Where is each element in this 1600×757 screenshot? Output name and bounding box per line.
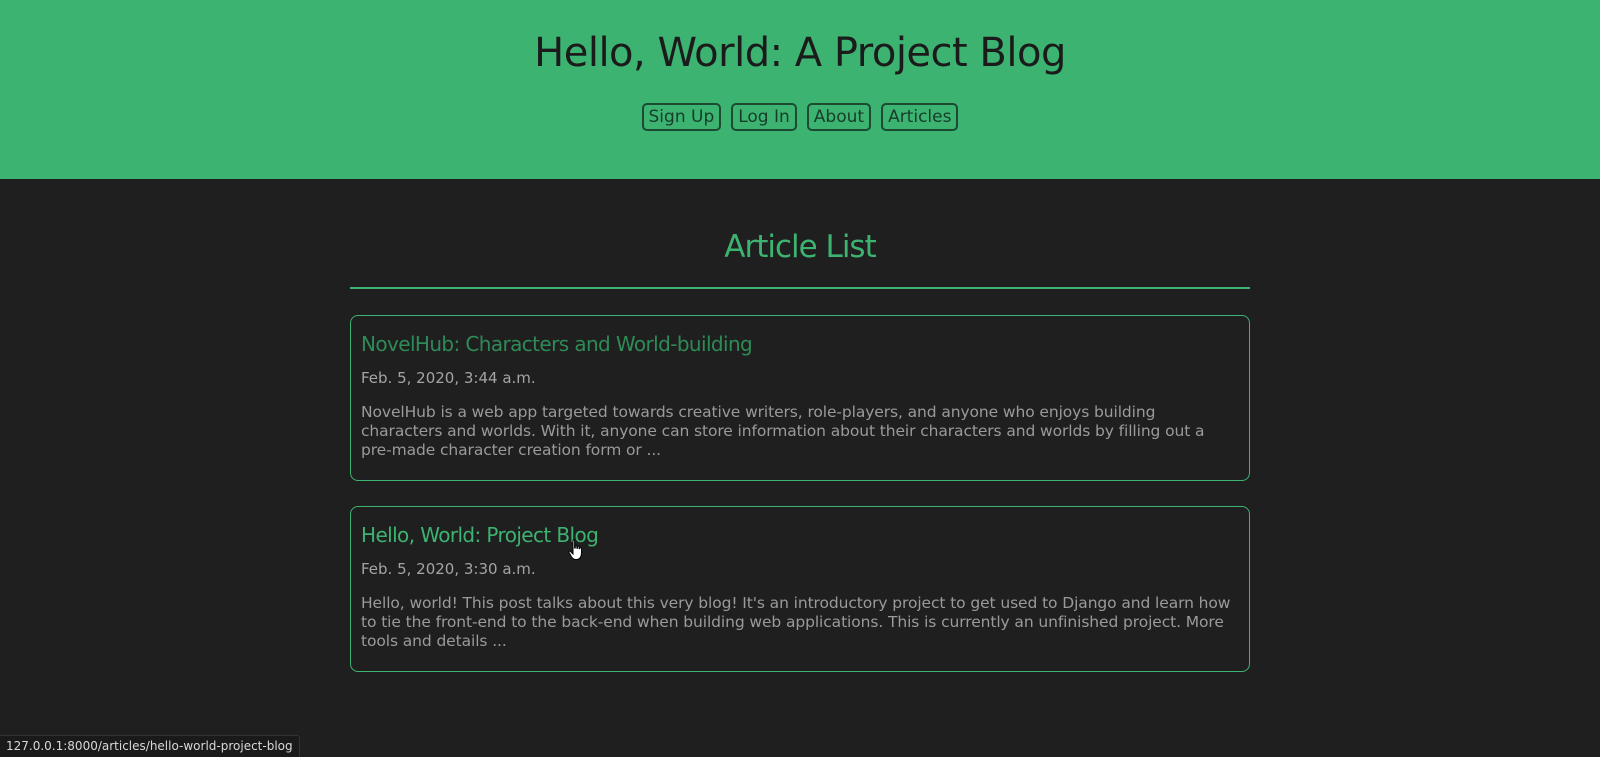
nav-articles-button[interactable]: Articles [881, 103, 959, 131]
nav-log-in-button[interactable]: Log In [731, 103, 797, 131]
article-title-link[interactable]: NovelHub: Characters and World-building [361, 330, 1239, 358]
site-header: Hello, World: A Project Blog Sign Up Log… [0, 0, 1600, 179]
nav-about-button[interactable]: About [806, 103, 872, 131]
site-title: Hello, World: A Project Blog [534, 30, 1066, 76]
article-date: Feb. 5, 2020, 3:30 a.m. [361, 560, 536, 578]
heading-divider [350, 287, 1250, 289]
article-card: NovelHub: Characters and World-building … [350, 315, 1250, 481]
status-bar-url: 127.0.0.1:8000/articles/hello-world-proj… [0, 735, 300, 757]
article-card: Hello, World: Project Blog Feb. 5, 2020,… [350, 506, 1250, 672]
article-excerpt: NovelHub is a web app targeted towards c… [361, 403, 1205, 459]
nav-sign-up-button[interactable]: Sign Up [641, 103, 722, 131]
article-title-link[interactable]: Hello, World: Project Blog [361, 521, 1239, 549]
article-date: Feb. 5, 2020, 3:44 a.m. [361, 369, 536, 387]
main-nav: Sign Up Log In About Articles [0, 103, 1600, 131]
article-excerpt: Hello, world! This post talks about this… [361, 594, 1231, 650]
page-heading: Article List [724, 229, 877, 265]
